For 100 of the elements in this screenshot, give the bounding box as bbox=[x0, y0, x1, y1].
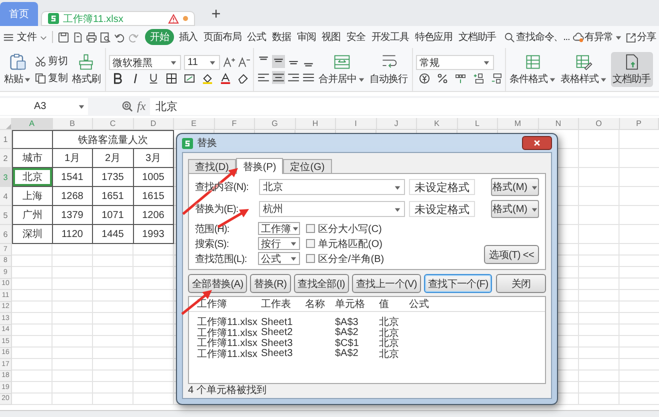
column-header[interactable]: C bbox=[93, 118, 134, 130]
decrease-decimal-icon[interactable] bbox=[490, 73, 502, 84]
action-button[interactable]: 查找上一个(V) bbox=[352, 274, 421, 293]
close-button[interactable] bbox=[522, 136, 552, 150]
options-button[interactable]: 选项(T) << bbox=[484, 245, 539, 264]
column-header[interactable]: E bbox=[174, 118, 214, 130]
ribbon-tab[interactable]: 页面布局 bbox=[202, 29, 242, 45]
alignment-icon[interactable] bbox=[272, 55, 284, 68]
chevron-down-icon[interactable] bbox=[40, 34, 47, 40]
print-preview-icon[interactable] bbox=[100, 32, 111, 42]
ribbon-tab[interactable]: 安全 bbox=[345, 29, 366, 45]
number-format-dropdown[interactable]: 常规 bbox=[416, 55, 494, 70]
new-tab-button[interactable]: + bbox=[206, 4, 226, 26]
document-assistant-button[interactable]: 文档助手 bbox=[610, 52, 652, 87]
results-column-header[interactable]: 单元格 bbox=[335, 297, 379, 311]
document-icon[interactable] bbox=[72, 32, 83, 42]
cell-style-icon[interactable] bbox=[184, 73, 194, 84]
alignment-icon[interactable] bbox=[256, 71, 270, 84]
print-icon[interactable] bbox=[86, 32, 97, 42]
status-button[interactable]: 有异常 bbox=[572, 30, 622, 44]
text-combo-field[interactable]: 杭州 bbox=[259, 201, 405, 217]
save-icon[interactable] bbox=[58, 32, 69, 42]
alignment-icon[interactable] bbox=[302, 71, 314, 84]
format-button[interactable]: 格式(M) bbox=[491, 200, 539, 218]
column-header[interactable]: F bbox=[214, 118, 255, 130]
row-header[interactable]: 6 bbox=[0, 225, 12, 244]
close-dialog-button[interactable]: 关闭 bbox=[496, 274, 546, 293]
column-header[interactable]: I bbox=[336, 118, 376, 130]
borders-icon[interactable] bbox=[166, 73, 176, 84]
command-search[interactable]: 查找命令、... bbox=[504, 30, 570, 44]
format-painter-button[interactable]: 格式刷 bbox=[71, 52, 102, 87]
action-button[interactable]: 全部替换(A) bbox=[188, 274, 248, 293]
ribbon-tab[interactable]: 特色应用 bbox=[414, 29, 454, 45]
action-button[interactable]: 替换(R) bbox=[250, 274, 291, 293]
ribbon-tab[interactable]: 审阅 bbox=[296, 29, 317, 45]
column-header[interactable]: G bbox=[255, 118, 296, 130]
formula-field[interactable]: 北京 bbox=[150, 98, 659, 114]
merge-center-button[interactable]: 合并居中 bbox=[318, 52, 366, 87]
bold-icon[interactable] bbox=[112, 73, 122, 84]
ribbon-tab[interactable]: 公式 bbox=[246, 29, 268, 45]
row-header[interactable]: 4 bbox=[0, 187, 12, 206]
font-color-icon[interactable] bbox=[220, 73, 230, 84]
result-row[interactable]: 工作簿11.xlsx Sheet2 $A$2 北京 bbox=[189, 326, 545, 336]
decrease-font-icon[interactable] bbox=[238, 57, 250, 68]
ribbon-tab[interactable]: 文档助手 bbox=[458, 29, 498, 45]
file-menu[interactable]: 文件 bbox=[17, 30, 37, 44]
font-dropdown[interactable]: 微软雅黑 bbox=[108, 55, 180, 70]
format-button[interactable]: 格式(M) bbox=[491, 178, 539, 196]
fill-color-icon[interactable] bbox=[202, 73, 212, 84]
column-header[interactable]: P bbox=[620, 118, 659, 130]
results-column-header[interactable]: 值 bbox=[379, 297, 409, 311]
column-header[interactable]: J bbox=[376, 118, 417, 130]
increase-font-icon[interactable] bbox=[222, 57, 234, 68]
row-header[interactable]: 2 bbox=[0, 149, 12, 168]
column-header[interactable]: L bbox=[458, 118, 498, 130]
font-size-dropdown[interactable]: 11 bbox=[184, 55, 220, 70]
row-header[interactable]: 5 bbox=[0, 206, 12, 225]
percent-icon[interactable] bbox=[436, 73, 448, 84]
conditional-format-button[interactable]: 条件格式 bbox=[508, 52, 556, 87]
result-row[interactable]: 工作簿11.xlsx Sheet3 $A$2 北京 bbox=[189, 346, 545, 357]
table-style-button[interactable]: 表格样式 bbox=[560, 52, 608, 87]
ribbon-tab[interactable]: 数据 bbox=[271, 29, 292, 45]
option-dropdown[interactable]: 工作簿 bbox=[258, 222, 300, 235]
function-label[interactable]: fx bbox=[137, 98, 146, 114]
column-header[interactable]: H bbox=[296, 118, 336, 130]
thousands-separator-icon[interactable] bbox=[454, 73, 466, 84]
name-box[interactable]: A3 bbox=[0, 98, 88, 114]
ribbon-tab[interactable]: 开发工具 bbox=[370, 29, 410, 45]
action-button[interactable]: 查找全部(I) bbox=[294, 274, 349, 293]
menu-icon[interactable] bbox=[3, 32, 14, 42]
results-column-header[interactable]: 名称 bbox=[305, 297, 335, 311]
paste-button[interactable]: 粘贴 bbox=[3, 52, 32, 87]
eraser-icon[interactable] bbox=[238, 73, 248, 84]
checkbox[interactable] bbox=[306, 224, 315, 233]
option-dropdown[interactable]: 公式 bbox=[258, 252, 300, 265]
result-row[interactable]: 工作簿11.xlsx Sheet1 $A$3 北京 bbox=[189, 315, 545, 326]
column-header[interactable]: B bbox=[52, 118, 93, 130]
checkbox[interactable] bbox=[306, 239, 315, 248]
currency-icon[interactable] bbox=[418, 73, 430, 84]
copy-button[interactable]: 复制 bbox=[35, 71, 68, 85]
result-row[interactable]: 工作簿11.xlsx Sheet3 $C$1 北京 bbox=[189, 336, 545, 346]
increase-decimal-icon[interactable] bbox=[472, 73, 484, 84]
option-dropdown[interactable]: 按行 bbox=[258, 237, 300, 250]
ribbon-tab[interactable]: 开始 bbox=[145, 29, 174, 45]
share-button[interactable]: 分享 bbox=[624, 30, 656, 44]
dialog-tab[interactable]: 定位(G) bbox=[283, 159, 332, 173]
column-header[interactable]: N bbox=[538, 118, 579, 130]
results-column-header[interactable]: 公式 bbox=[409, 297, 542, 311]
underline-icon[interactable] bbox=[148, 73, 158, 84]
column-header[interactable]: K bbox=[417, 118, 458, 130]
checkbox[interactable] bbox=[306, 254, 315, 263]
dialog-tab[interactable]: 查找(D) bbox=[188, 159, 236, 173]
alignment-icon[interactable] bbox=[286, 71, 300, 84]
cut-button[interactable]: 剪切 bbox=[35, 54, 68, 68]
action-button[interactable]: 查找下一个(F) bbox=[424, 274, 492, 293]
text-combo-field[interactable]: 北京 bbox=[259, 179, 405, 195]
ribbon-tab[interactable]: 插入 bbox=[178, 29, 199, 45]
zoom-icon[interactable] bbox=[122, 100, 133, 112]
ribbon-tab[interactable]: 视图 bbox=[320, 29, 342, 45]
alignment-icon[interactable] bbox=[272, 71, 284, 84]
